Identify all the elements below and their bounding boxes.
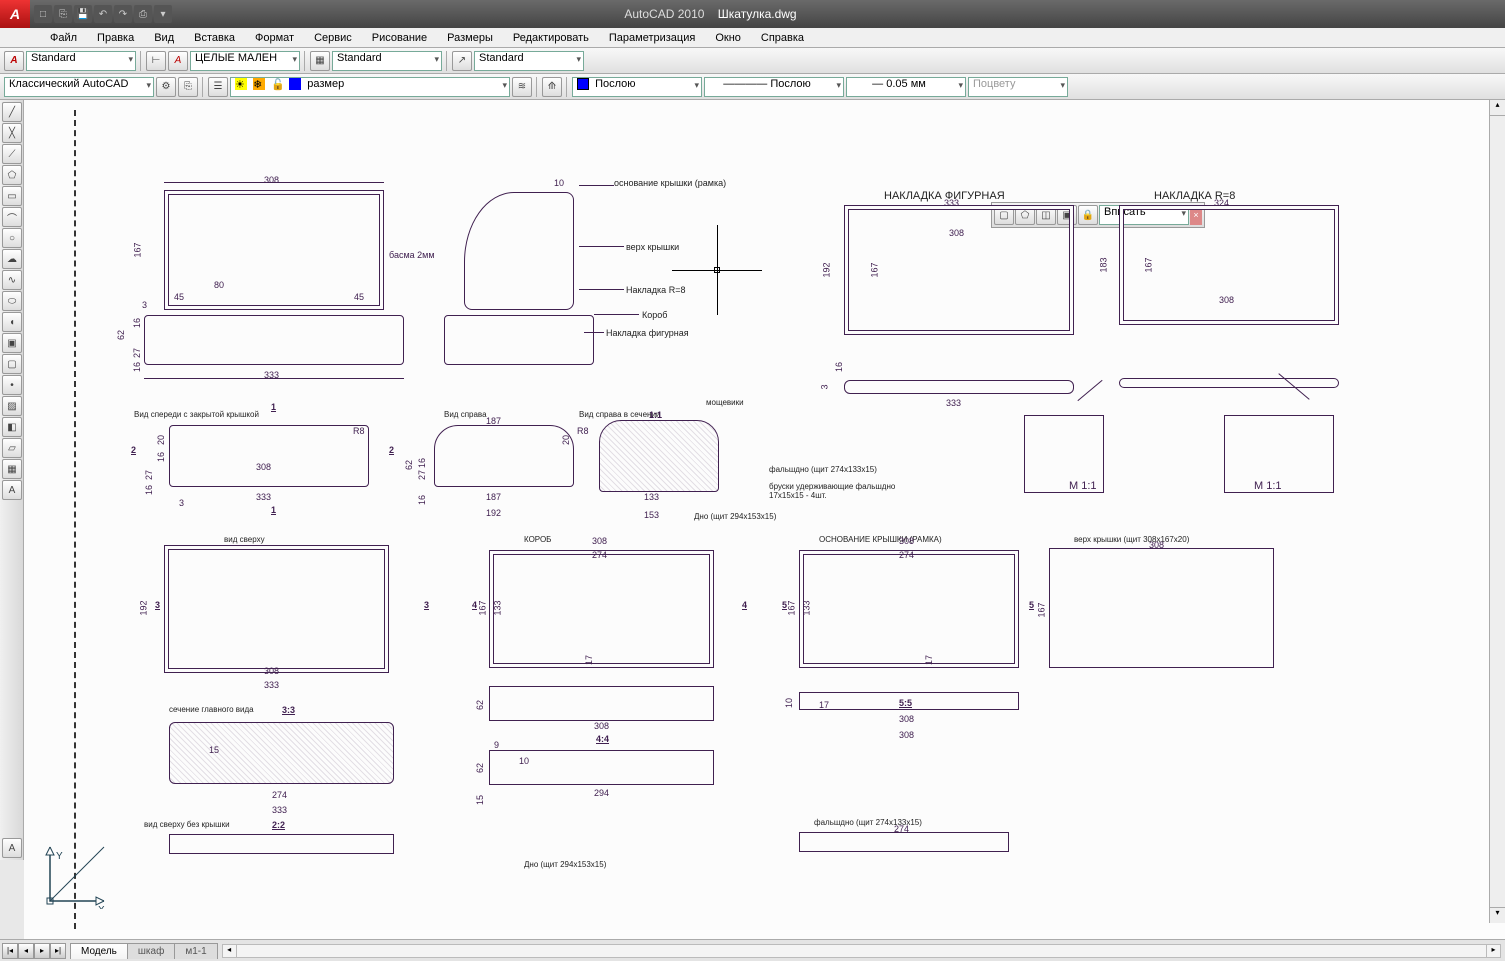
vertical-scrollbar[interactable]: ▴ ▾ xyxy=(1489,100,1505,923)
text-style-select[interactable]: Standard xyxy=(26,51,136,71)
tab-next-icon[interactable]: ▸ xyxy=(34,943,50,959)
layer-freeze-icon: ❄ xyxy=(253,78,265,90)
layer-color-swatch xyxy=(289,78,301,90)
rectangle-icon[interactable]: ▭ xyxy=(2,186,22,206)
layer-states-icon[interactable]: ≋ xyxy=(512,77,532,97)
menu-file[interactable]: Файл xyxy=(40,30,87,46)
tab-first-icon[interactable]: |◂ xyxy=(2,943,18,959)
layer-props-icon[interactable]: ☰ xyxy=(208,77,228,97)
tab-layout-2[interactable]: м1-1 xyxy=(174,943,217,959)
menu-help[interactable]: Справка xyxy=(751,30,814,46)
mleader-style-icon[interactable]: ↗ xyxy=(452,51,472,71)
hatch-icon[interactable]: ▨ xyxy=(2,396,22,416)
linetype-select[interactable]: ———— Послою xyxy=(704,77,844,97)
revcloud-icon[interactable]: ☁ xyxy=(2,249,22,269)
ellipse-icon[interactable]: ⬭ xyxy=(2,291,22,311)
layout-tabs: |◂ ◂ ▸ ▸| Модель шкаф м1-1 ◂ ▸ xyxy=(0,939,1505,961)
menu-bar: Файл Правка Вид Вставка Формат Сервис Ри… xyxy=(0,28,1505,48)
pline-icon[interactable]: ⟋ xyxy=(2,144,22,164)
qat-dropdown-icon[interactable]: ▾ xyxy=(154,5,172,23)
make-current-icon[interactable]: ⟰ xyxy=(542,77,562,97)
workspace-select[interactable]: Классический AutoCAD xyxy=(4,77,154,97)
region-icon[interactable]: ▱ xyxy=(2,438,22,458)
color-swatch xyxy=(577,78,589,90)
table-style-select[interactable]: Standard xyxy=(332,51,442,71)
layer-select[interactable]: ☀ ❄ 🔓 размер xyxy=(230,77,510,97)
qat-save-icon[interactable]: 💾 xyxy=(74,5,92,23)
xline-icon[interactable]: ╳ xyxy=(2,123,22,143)
gradient-icon[interactable]: ◧ xyxy=(2,417,22,437)
menu-parametric[interactable]: Параметризация xyxy=(599,30,705,46)
menu-tools[interactable]: Сервис xyxy=(304,30,362,46)
tab-nav: |◂ ◂ ▸ ▸| xyxy=(0,943,68,959)
tab-model[interactable]: Модель xyxy=(70,943,128,959)
menu-format[interactable]: Формат xyxy=(245,30,304,46)
qat-open-icon[interactable]: ⎘ xyxy=(54,5,72,23)
app-name: AutoCAD 2010 xyxy=(624,7,704,21)
qat-print-icon[interactable]: ⎙ xyxy=(134,5,152,23)
ucs-icon: Y X xyxy=(42,839,112,909)
qat-undo-icon[interactable]: ↶ xyxy=(94,5,112,23)
model-space[interactable]: ▢ ⬠ ◫ ▣ 🔒 Вписать × 308 167 333 62 басма… xyxy=(24,100,1505,939)
workspace-save-icon[interactable]: ⎘ xyxy=(178,77,198,97)
tab-layout-1[interactable]: шкаф xyxy=(127,943,175,959)
menu-view[interactable]: Вид xyxy=(144,30,184,46)
dim-style-icon[interactable]: ⊢ xyxy=(146,51,166,71)
menu-edit[interactable]: Правка xyxy=(87,30,144,46)
ellipse-arc-icon[interactable]: ◖ xyxy=(2,312,22,332)
spline-icon[interactable]: ∿ xyxy=(2,270,22,290)
workspace-settings-icon[interactable]: ⚙ xyxy=(156,77,176,97)
menu-modify[interactable]: Редактировать xyxy=(503,30,599,46)
layer-name: размер xyxy=(307,78,344,90)
insert-block-icon[interactable]: ▣ xyxy=(2,333,22,353)
quick-access-toolbar: □ ⎘ 💾 ↶ ↷ ⎙ ▾ xyxy=(30,5,176,23)
arc-icon[interactable]: ⌒ xyxy=(2,207,22,227)
menu-draw[interactable]: Рисование xyxy=(362,30,437,46)
table-icon[interactable]: ▦ xyxy=(2,459,22,479)
dim-style-icon2[interactable]: A xyxy=(168,51,188,71)
draw-toolbar: ╱ ╳ ⟋ ⬠ ▭ ⌒ ○ ☁ ∿ ⬭ ◖ ▣ ▢ • ▨ ◧ ▱ ▦ A A xyxy=(0,100,24,860)
menu-insert[interactable]: Вставка xyxy=(184,30,245,46)
menu-dimensions[interactable]: Размеры xyxy=(437,30,503,46)
point-icon[interactable]: • xyxy=(2,375,22,395)
line-icon[interactable]: ╱ xyxy=(2,102,22,122)
title-text: AutoCAD 2010 Шкатулка.dwg xyxy=(176,7,1245,21)
svg-text:Y: Y xyxy=(56,851,63,862)
qat-new-icon[interactable]: □ xyxy=(34,5,52,23)
tab-prev-icon[interactable]: ◂ xyxy=(18,943,34,959)
mleader-style-select[interactable]: Standard xyxy=(474,51,584,71)
svg-text:X: X xyxy=(98,905,105,909)
text-style-icon[interactable]: A xyxy=(4,51,24,71)
qat-redo-icon[interactable]: ↷ xyxy=(114,5,132,23)
layer-lock-icon: 🔓 xyxy=(271,78,283,90)
horizontal-scrollbar[interactable]: ◂ ▸ xyxy=(222,944,1501,958)
plotstyle-select[interactable]: Поцвету xyxy=(968,77,1068,97)
app-logo[interactable]: A xyxy=(0,0,30,28)
polygon-icon[interactable]: ⬠ xyxy=(2,165,22,185)
properties-toolbar: Классический AutoCAD ⚙ ⎘ ☰ ☀ ❄ 🔓 размер … xyxy=(0,74,1505,100)
addselected-icon[interactable]: A xyxy=(2,838,22,858)
circle-icon[interactable]: ○ xyxy=(2,228,22,248)
mtext-icon[interactable]: A xyxy=(2,480,22,500)
lineweight-select[interactable]: — 0.05 мм xyxy=(846,77,966,97)
color-label: Послою xyxy=(595,78,635,90)
table-style-icon[interactable]: ▦ xyxy=(310,51,330,71)
drawing-geometry: 308 167 333 62 басма 2мм 80 45 45 3 16 2… xyxy=(24,100,1505,939)
dim-style-select[interactable]: ЦЕЛЫЕ МАЛЕН xyxy=(190,51,300,71)
menu-window[interactable]: Окно xyxy=(705,30,751,46)
tab-last-icon[interactable]: ▸| xyxy=(50,943,66,959)
title-bar: A □ ⎘ 💾 ↶ ↷ ⎙ ▾ AutoCAD 2010 Шкатулка.dw… xyxy=(0,0,1505,28)
color-select[interactable]: Послою xyxy=(572,77,702,97)
styles-toolbar: A Standard ⊢ A ЦЕЛЫЕ МАЛЕН ▦ Standard ↗ … xyxy=(0,48,1505,74)
file-name: Шкатулка.dwg xyxy=(718,7,797,21)
make-block-icon[interactable]: ▢ xyxy=(2,354,22,374)
layer-on-icon: ☀ xyxy=(235,78,247,90)
